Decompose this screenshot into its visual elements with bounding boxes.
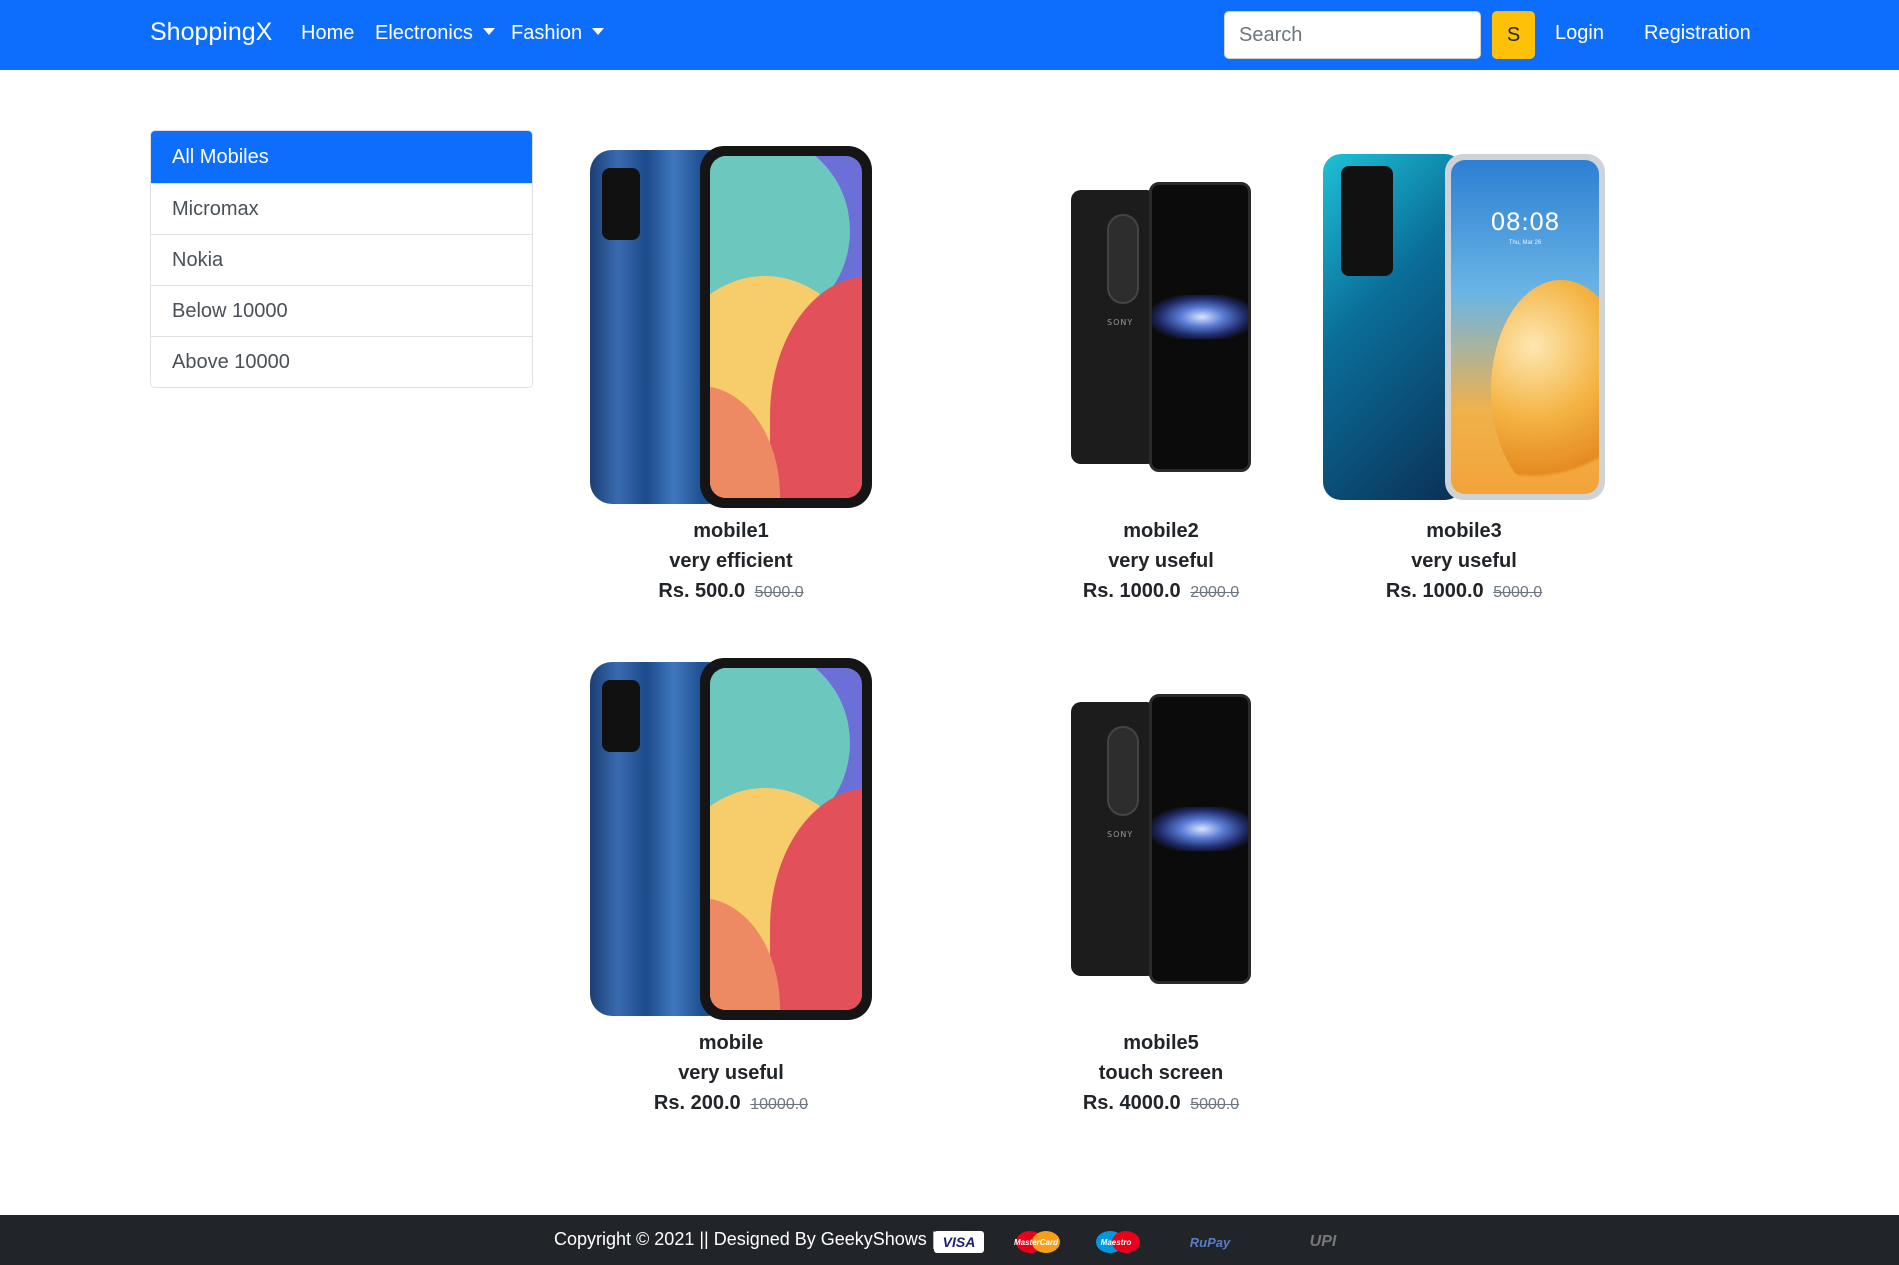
product-card[interactable]: 08:08 Thu, Mar 26 mobile3 very useful Rs.… bbox=[1299, 146, 1629, 608]
sony-logo: SONY bbox=[1107, 830, 1134, 839]
product-price: Rs. 1000.0 2000.0 bbox=[996, 576, 1326, 608]
product-old-price: 5000.0 bbox=[1190, 1096, 1240, 1113]
product-old-price: 5000.0 bbox=[754, 584, 804, 601]
nav-fashion-dropdown[interactable]: Fashion bbox=[511, 22, 605, 45]
rupay-icon: RuPay bbox=[1189, 1234, 1231, 1250]
product-card[interactable]: mobile1 very efficient Rs. 500.0 5000.0 bbox=[566, 146, 896, 608]
product-image[interactable] bbox=[590, 146, 872, 508]
mastercard-label: MasterCard bbox=[1013, 1237, 1058, 1247]
product-description: very useful bbox=[1108, 550, 1214, 572]
product-description: very efficient bbox=[669, 550, 793, 572]
category-item-all-mobiles[interactable]: All Mobiles bbox=[151, 131, 532, 183]
phone-clock: 08:08 bbox=[1490, 208, 1560, 236]
product-current-price: Rs. 1000.0 bbox=[1082, 580, 1181, 602]
maestro-label: Maestro bbox=[1100, 1237, 1132, 1247]
product-name[interactable]: mobile2 bbox=[996, 516, 1326, 546]
upi-icon: UPI bbox=[1309, 1233, 1337, 1250]
product-image[interactable] bbox=[590, 658, 872, 1020]
nav-login[interactable]: Login bbox=[1555, 22, 1604, 45]
product-price: Rs. 4000.0 5000.0 bbox=[996, 1088, 1326, 1120]
category-item-micromax[interactable]: Micromax bbox=[151, 183, 532, 234]
product-description: touch screen bbox=[1098, 1062, 1224, 1084]
category-item-below-10000[interactable]: Below 10000 bbox=[151, 285, 532, 336]
brand-logo[interactable]: ShoppingX bbox=[150, 18, 272, 47]
product-name[interactable]: mobile1 bbox=[566, 516, 896, 546]
navbar: ShoppingX Home Electronics Fashion S Log… bbox=[0, 0, 1899, 70]
nav-home[interactable]: Home bbox=[301, 22, 354, 45]
product-card[interactable]: mobile very useful Rs. 200.0 10000.0 bbox=[566, 658, 896, 1120]
chevron-down-icon bbox=[482, 28, 495, 36]
product-current-price: Rs. 500.0 bbox=[658, 580, 746, 602]
mastercard-icon: MasterCard bbox=[1010, 1231, 1062, 1253]
product-name[interactable]: mobile3 bbox=[1299, 516, 1629, 546]
search-button[interactable]: S bbox=[1492, 11, 1535, 59]
footer-copyright: Copyright © 2021 || Designed By GeekySho… bbox=[554, 1229, 942, 1249]
footer: Copyright © 2021 || Designed By GeekySho… bbox=[0, 1215, 1899, 1265]
product-current-price: Rs. 4000.0 bbox=[1082, 1092, 1181, 1114]
nav-fashion-label: Fashion bbox=[511, 22, 583, 44]
product-card[interactable]: SONY mobile2 very useful Rs. 1000.0 2000… bbox=[996, 146, 1326, 608]
product-price: Rs. 500.0 5000.0 bbox=[566, 576, 896, 608]
search-input[interactable] bbox=[1224, 11, 1481, 59]
product-price: Rs. 1000.0 5000.0 bbox=[1299, 576, 1629, 608]
product-current-price: Rs. 200.0 bbox=[653, 1092, 741, 1114]
product-name[interactable]: mobile bbox=[566, 1028, 896, 1058]
sony-logo: SONY bbox=[1107, 318, 1134, 327]
category-item-nokia[interactable]: Nokia bbox=[151, 234, 532, 285]
product-image[interactable]: SONY bbox=[1071, 694, 1251, 984]
category-item-above-10000[interactable]: Above 10000 bbox=[151, 336, 532, 387]
phone-date: Thu, Mar 26 bbox=[1508, 240, 1542, 246]
product-image[interactable]: 08:08 Thu, Mar 26 bbox=[1323, 154, 1605, 500]
nav-registration[interactable]: Registration bbox=[1644, 22, 1751, 45]
product-description: very useful bbox=[678, 1062, 784, 1084]
product-name[interactable]: mobile5 bbox=[996, 1028, 1326, 1058]
category-list: All Mobiles Micromax Nokia Below 10000 A… bbox=[150, 130, 533, 388]
maestro-icon: Maestro bbox=[1090, 1231, 1142, 1253]
product-image-wrapper[interactable]: SONY bbox=[996, 146, 1326, 508]
chevron-down-icon bbox=[592, 28, 605, 36]
nav-electronics-dropdown[interactable]: Electronics bbox=[375, 22, 495, 45]
product-description: very useful bbox=[1411, 550, 1517, 572]
product-old-price: 2000.0 bbox=[1190, 584, 1240, 601]
product-card[interactable]: SONY mobile5 touch screen Rs. 4000.0 500… bbox=[996, 658, 1326, 1120]
product-image-wrapper[interactable]: SONY bbox=[996, 658, 1326, 1020]
product-current-price: Rs. 1000.0 bbox=[1385, 580, 1484, 602]
visa-icon: VISA bbox=[934, 1231, 984, 1253]
product-old-price: 5000.0 bbox=[1493, 584, 1543, 601]
product-image-wrapper[interactable]: 08:08 Thu, Mar 26 bbox=[1299, 146, 1629, 508]
nav-electronics-label: Electronics bbox=[375, 22, 473, 44]
product-price: Rs. 200.0 10000.0 bbox=[566, 1088, 896, 1120]
product-image[interactable]: SONY bbox=[1071, 182, 1251, 472]
product-old-price: 10000.0 bbox=[750, 1096, 809, 1113]
